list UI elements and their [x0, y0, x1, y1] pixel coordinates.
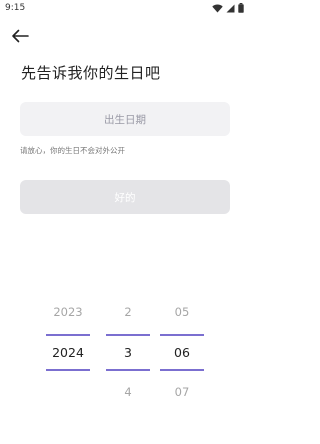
day-column[interactable]: 05 06 07 — [160, 300, 204, 410]
wifi-icon — [212, 4, 223, 12]
year-selected[interactable]: 2024 — [46, 345, 90, 360]
day-prev[interactable]: 05 — [160, 305, 204, 319]
day-selection-line — [160, 369, 204, 371]
year-selection-line — [46, 334, 90, 336]
day-next[interactable]: 07 — [160, 385, 204, 399]
month-prev[interactable]: 2 — [106, 305, 150, 319]
year-selection-line — [46, 369, 90, 371]
month-column[interactable]: 2 3 4 — [106, 300, 150, 410]
ok-button[interactable]: 好的 — [20, 180, 230, 214]
battery-icon — [238, 3, 244, 13]
status-time: 9:15 — [5, 3, 26, 13]
month-selected[interactable]: 3 — [106, 345, 150, 360]
back-button[interactable] — [9, 27, 31, 45]
year-prev[interactable]: 2023 — [46, 305, 90, 319]
arrow-left-icon — [12, 29, 29, 43]
birthday-input[interactable]: 出生日期 — [20, 102, 230, 136]
month-selection-line — [106, 369, 150, 371]
ok-button-label: 好的 — [114, 191, 136, 204]
status-bar: 9:15 — [0, 0, 250, 16]
privacy-note: 请放心，你的生日不会对外公开 — [20, 146, 125, 155]
status-icons — [212, 3, 244, 13]
signal-icon — [226, 4, 235, 12]
birthday-placeholder: 出生日期 — [104, 113, 146, 126]
year-column[interactable]: 2023 2024 — [46, 300, 90, 410]
month-next[interactable]: 4 — [106, 385, 150, 399]
date-picker: 2023 2024 2 3 4 05 06 07 — [0, 300, 250, 410]
day-selected[interactable]: 06 — [160, 345, 204, 360]
page-title: 先告诉我你的生日吧 — [21, 64, 161, 82]
month-selection-line — [106, 334, 150, 336]
day-selection-line — [160, 334, 204, 336]
